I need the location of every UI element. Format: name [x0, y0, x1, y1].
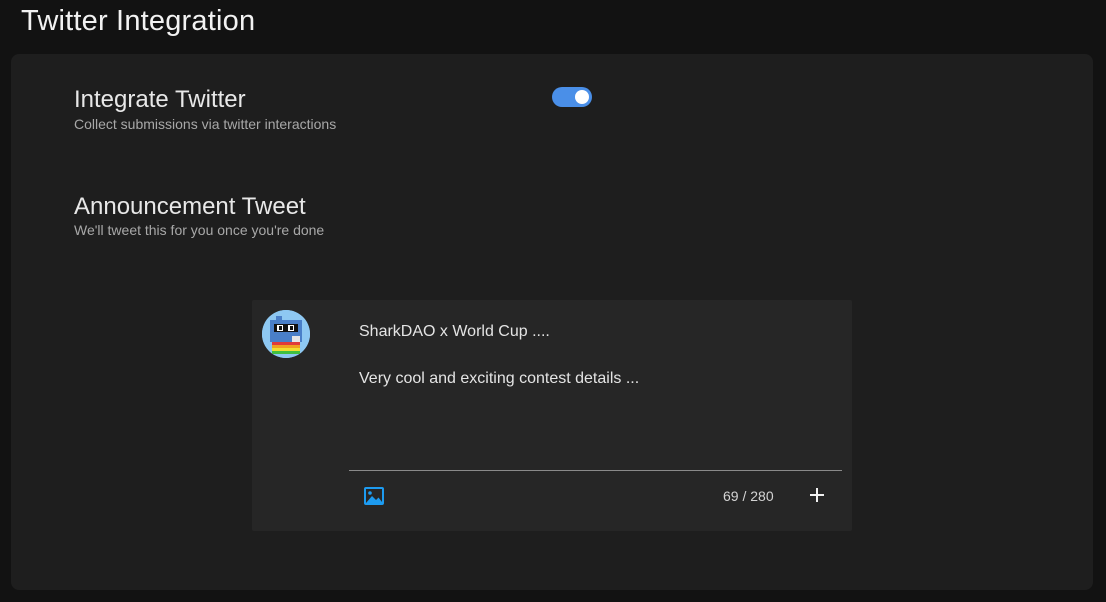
announcement-tweet-title: Announcement Tweet — [74, 193, 306, 220]
tweet-line-1: SharkDAO x World Cup .... — [359, 323, 550, 340]
character-count: 69 / 280 — [723, 488, 774, 504]
shark-avatar-icon — [262, 310, 310, 358]
image-icon[interactable] — [363, 486, 385, 506]
integrate-twitter-toggle[interactable] — [552, 87, 592, 107]
tweet-line-2: Very cool and exciting contest details .… — [359, 370, 640, 387]
tweet-textarea[interactable]: SharkDAO x World Cup .... Very cool and … — [359, 320, 829, 390]
tweet-composer: SharkDAO x World Cup .... Very cool and … — [252, 300, 852, 531]
toggle-knob — [575, 90, 589, 104]
page-title: Twitter Integration — [21, 5, 256, 37]
announcement-tweet-subtitle: We'll tweet this for you once you're don… — [74, 222, 325, 238]
plus-icon[interactable] — [807, 485, 827, 505]
integrate-twitter-subtitle: Collect submissions via twitter interact… — [74, 116, 337, 132]
settings-panel: Integrate Twitter Collect submissions vi… — [11, 54, 1093, 590]
tweet-divider — [349, 470, 842, 471]
integrate-twitter-title: Integrate Twitter — [74, 86, 246, 113]
